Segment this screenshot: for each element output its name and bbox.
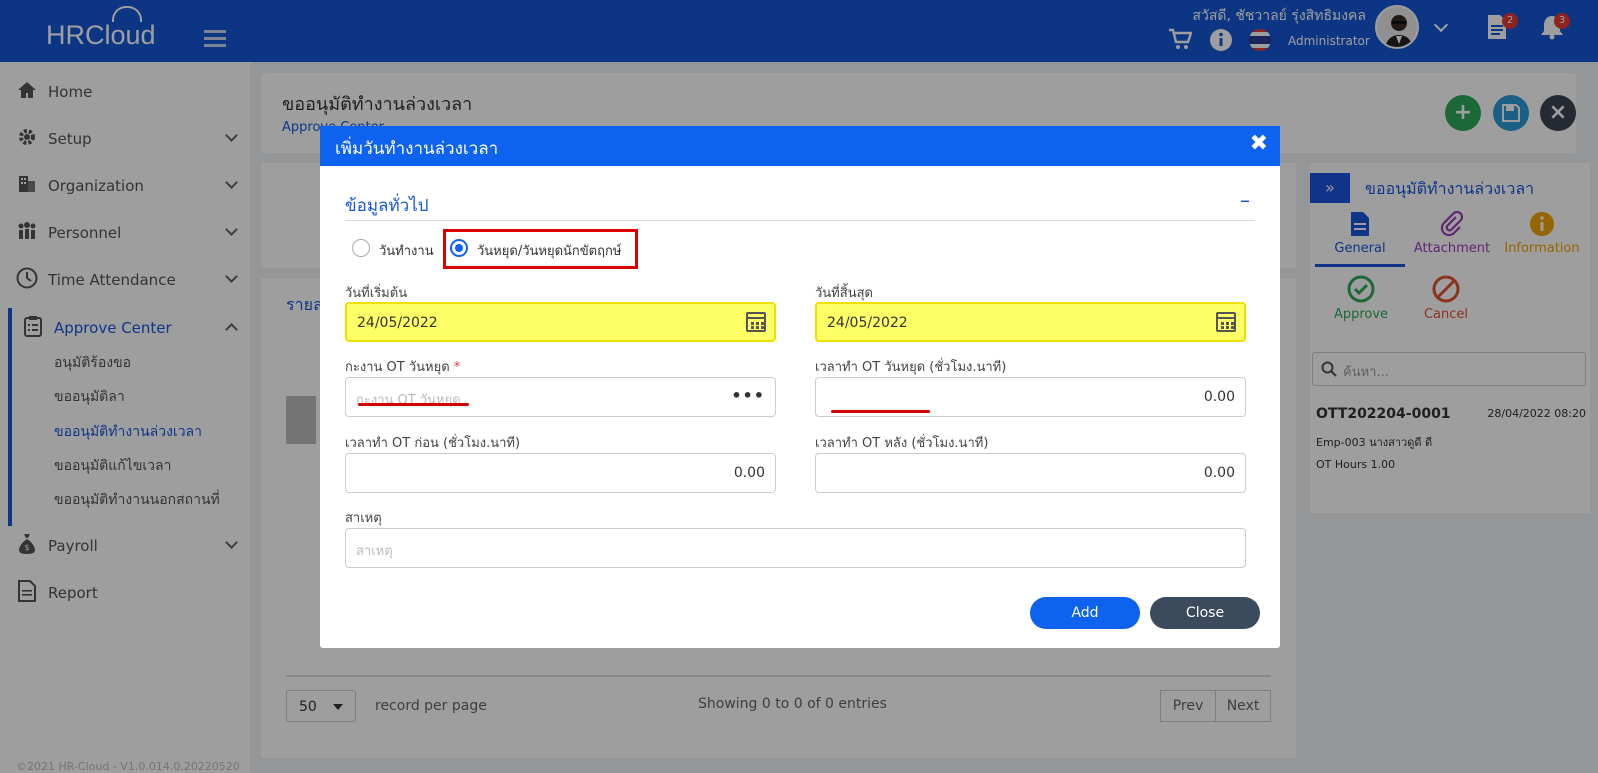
add-button[interactable]: Add: [1030, 597, 1140, 629]
end-date-value: 24/05/2022: [827, 315, 908, 331]
radio-workday[interactable]: [352, 239, 370, 257]
red-underline: [358, 403, 469, 406]
ot-before-field[interactable]: 0.00: [345, 453, 776, 493]
close-button[interactable]: Close: [1150, 597, 1260, 629]
end-date-label: วันที่สิ้นสุด: [815, 286, 873, 301]
calendar-icon[interactable]: [746, 312, 766, 332]
ot-holiday-label: เวลาทำ OT วันหยุด (ชั่วโมง.นาที): [815, 360, 1007, 375]
calendar-icon[interactable]: [1216, 312, 1236, 332]
reason-label: สาเหตุ: [345, 511, 382, 526]
ot-after-field[interactable]: 0.00: [815, 453, 1246, 493]
start-date-field[interactable]: 24/05/2022: [345, 302, 776, 342]
end-date-field[interactable]: 24/05/2022: [815, 302, 1246, 342]
ot-holiday-value: 0.00: [1203, 389, 1235, 405]
close-icon[interactable]: ✖: [1250, 131, 1268, 156]
add-ot-modal: เพิ่มวันทำงานล่วงเวลา ✖ ข้อมูลทั่วไป – ว…: [320, 126, 1280, 648]
ot-before-value: 0.00: [733, 465, 765, 481]
shift-placeholder: กะงาน OT วันหยุด: [356, 393, 461, 408]
section-divider: [345, 220, 1255, 221]
more-icon[interactable]: •••: [731, 386, 765, 405]
red-underline: [831, 410, 930, 413]
shift-select-field[interactable]: กะงาน OT วันหยุด •••: [345, 377, 776, 417]
ot-after-label: เวลาทำ OT หลัง (ชั่วโมง.นาที): [815, 436, 989, 451]
reason-field[interactable]: สาเหตุ: [345, 528, 1246, 568]
ot-after-value: 0.00: [1203, 465, 1235, 481]
collapse-section-icon[interactable]: –: [1240, 188, 1250, 212]
required-marker: *: [453, 360, 461, 375]
radio-holiday[interactable]: [450, 239, 468, 257]
start-date-label: วันที่เริ่มต้น: [345, 286, 408, 301]
ot-before-label: เวลาทำ OT ก่อน (ชั่วโมง.นาที): [345, 436, 521, 451]
start-date-value: 24/05/2022: [357, 315, 438, 331]
section-title: ข้อมูลทั่วไป: [345, 196, 429, 216]
shift-label-text: กะงาน OT วันหยุด: [345, 360, 450, 375]
radio-holiday-label: วันหยุด/วันหยุดนักขัตฤกษ์: [477, 244, 622, 259]
radio-workday-label: วันทำงาน: [379, 244, 434, 259]
reason-placeholder: สาเหตุ: [356, 544, 393, 559]
modal-title: เพิ่มวันทำงานล่วงเวลา: [335, 139, 499, 159]
modal-header: เพิ่มวันทำงานล่วงเวลา ✖: [320, 126, 1280, 166]
shift-label: กะงาน OT วันหยุด *: [345, 356, 460, 377]
